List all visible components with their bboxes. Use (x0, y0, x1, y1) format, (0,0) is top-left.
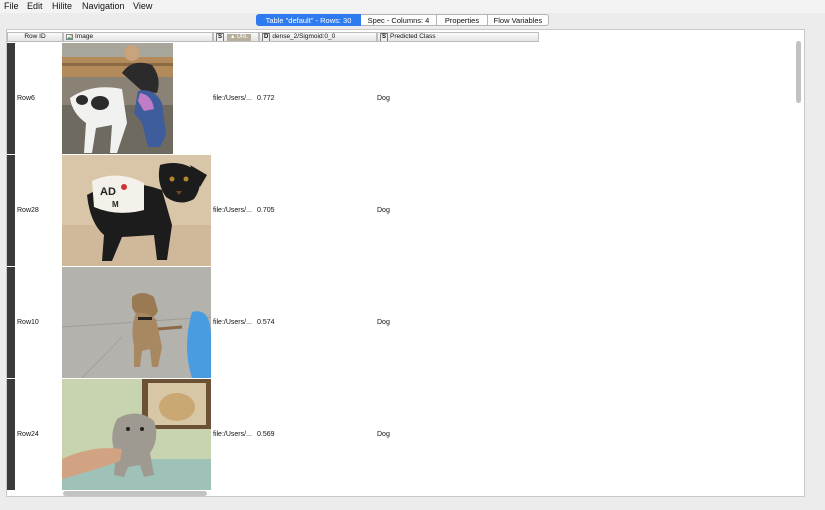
row-color-strip (7, 43, 15, 154)
svg-text:AD: AD (100, 186, 116, 198)
predicted-class-cell: Dog (377, 431, 390, 438)
tab-flow-variables[interactable]: Flow Variables (488, 14, 549, 26)
menu-edit[interactable]: Edit (27, 1, 43, 12)
black-puppy-adopt-vest-photo: AD M (62, 155, 211, 266)
predicted-class-cell: Dog (377, 207, 390, 214)
menu-file[interactable]: File (4, 1, 19, 12)
sigmoid-cell: 0.574 (257, 319, 275, 326)
row-id-cell: Row10 (17, 319, 39, 326)
string-type-icon: S (216, 33, 225, 41)
tab-table[interactable]: Table "default" - Rows: 30 (256, 14, 361, 26)
table-row[interactable]: Row24 file:/Users/... 0.569 Dog (7, 379, 804, 491)
column-header-row-id[interactable]: Row ID (7, 32, 63, 42)
svg-text:M: M (112, 200, 119, 209)
row-color-strip (7, 267, 15, 378)
table-row[interactable]: Row10 file:/Users/... 0.574 Dog (7, 267, 804, 379)
grey-puppy-on-lap-photo (62, 379, 211, 490)
image-header-label: Image (75, 33, 94, 40)
row-color-strip (7, 155, 15, 266)
double-type-icon: D (262, 33, 271, 41)
tab-spec[interactable]: Spec - Columns: 4 (361, 14, 437, 26)
string-type-icon: S (380, 33, 389, 41)
status-footer (6, 497, 805, 510)
tab-properties[interactable]: Properties (437, 14, 488, 26)
predicted-class-header-label: Predicted Class (390, 33, 436, 40)
row-id-cell: Row6 (17, 95, 35, 102)
column-header-url[interactable]: S ▲ URL (213, 32, 259, 42)
sort-ascending-indicator: ▲ URL (227, 34, 252, 41)
row-id-header-label: Row ID (24, 33, 46, 40)
data-table: Row ID Image S ▲ URL Ddense_2/Sigmoid:0_0… (6, 29, 805, 497)
menu-hilite[interactable]: Hilite (52, 1, 72, 12)
sigmoid-cell: 0.705 (257, 207, 275, 214)
predicted-class-cell: Dog (377, 95, 390, 102)
dog-and-girl-photo (62, 43, 173, 154)
row-id-cell: Row28 (17, 207, 39, 214)
menu-bar: File Edit Hilite Navigation View (0, 0, 825, 13)
table-row[interactable]: Row6 file:/Users/... 0.772 Dog (7, 43, 804, 155)
menu-navigation[interactable]: Navigation (82, 1, 125, 12)
vertical-scrollbar[interactable] (796, 41, 801, 103)
menu-view[interactable]: View (133, 1, 152, 12)
table-header: Row ID Image S ▲ URL Ddense_2/Sigmoid:0_0… (7, 32, 804, 42)
tan-dog-standing-photo (62, 267, 211, 378)
sigmoid-cell: 0.772 (257, 95, 275, 102)
row-color-strip (7, 379, 15, 490)
url-cell: file:/Users/... (213, 431, 252, 438)
sigmoid-header-label: dense_2/Sigmoid:0_0 (272, 33, 336, 40)
horizontal-scrollbar[interactable] (63, 491, 207, 496)
url-cell: file:/Users/... (213, 319, 252, 326)
column-header-predicted-class[interactable]: S Predicted Class (377, 32, 539, 42)
row-id-cell: Row24 (17, 431, 39, 438)
column-header-image[interactable]: Image (63, 32, 213, 42)
predicted-class-cell: Dog (377, 319, 390, 326)
sigmoid-cell: 0.569 (257, 431, 275, 438)
column-header-sigmoid[interactable]: Ddense_2/Sigmoid:0_0 (259, 32, 377, 42)
url-cell: file:/Users/... (213, 207, 252, 214)
url-cell: file:/Users/... (213, 95, 252, 102)
url-header-label: URL (237, 34, 249, 40)
table-row[interactable]: Row28 AD M file:/Users/... 0.705 Dog (7, 155, 804, 267)
view-tabs: Table "default" - Rows: 30 Spec - Column… (0, 13, 825, 29)
image-column-icon (66, 34, 73, 40)
